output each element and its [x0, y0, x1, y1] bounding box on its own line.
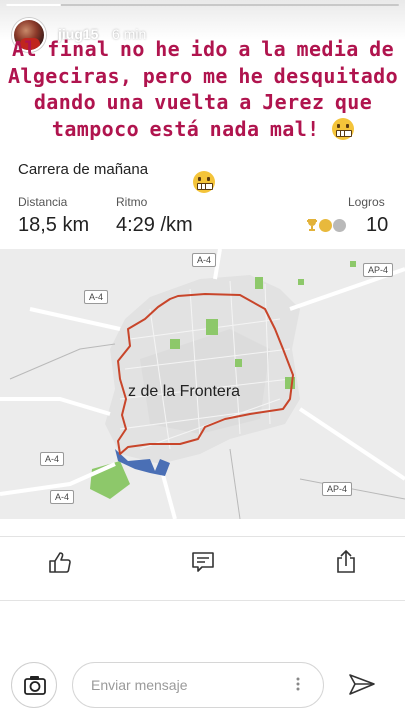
- pace-value: 4:29 /km: [116, 214, 193, 236]
- send-icon[interactable]: [347, 670, 377, 700]
- gold-trophy-icon: [307, 219, 317, 231]
- activity-title: Carrera de mañana: [18, 161, 149, 178]
- message-input[interactable]: [72, 662, 324, 708]
- distance-label: Distancia: [18, 195, 68, 209]
- road-label: A-4: [40, 452, 65, 466]
- road-label: AP-4: [322, 482, 353, 496]
- comment-icon[interactable]: [190, 549, 216, 575]
- silver-medal-icon: [333, 218, 346, 232]
- city-label: z de la Frontera: [128, 383, 241, 400]
- camera-button[interactable]: [11, 662, 57, 708]
- road-label: AP-4: [363, 263, 394, 277]
- share-icon[interactable]: [333, 549, 359, 575]
- achievements-count: 10: [366, 214, 389, 236]
- story-view[interactable]: jiug15 6 min Carrera de mañana Distancia…: [0, 0, 405, 720]
- card-bottom-border: [0, 600, 405, 601]
- road-label: A-4: [50, 490, 75, 504]
- road-label: A-4: [84, 290, 109, 304]
- story-progress-bar: [6, 4, 399, 6]
- grimacing-face-icon: [193, 171, 215, 193]
- story-caption: Al final no he ido a la media de Algecir…: [6, 36, 400, 142]
- road-label: A-4: [192, 253, 217, 267]
- thumbs-up-icon[interactable]: [47, 549, 73, 575]
- route-map[interactable]: A-4 A-4 A-4 A-4 AP-4 AP-4 z de la Fronte…: [0, 249, 405, 519]
- achievements-label: Logros: [348, 195, 385, 209]
- card-divider: [0, 536, 405, 537]
- gold-medal-icon: [319, 218, 332, 232]
- distance-value: 18,5 km: [18, 214, 90, 236]
- pace-label: Ritmo: [116, 195, 148, 209]
- story-progress-fill: [6, 4, 62, 6]
- grimacing-face-icon: [332, 117, 355, 140]
- camera-icon: [24, 676, 46, 695]
- trophy-icons: [306, 216, 346, 234]
- more-options-icon[interactable]: [290, 676, 306, 692]
